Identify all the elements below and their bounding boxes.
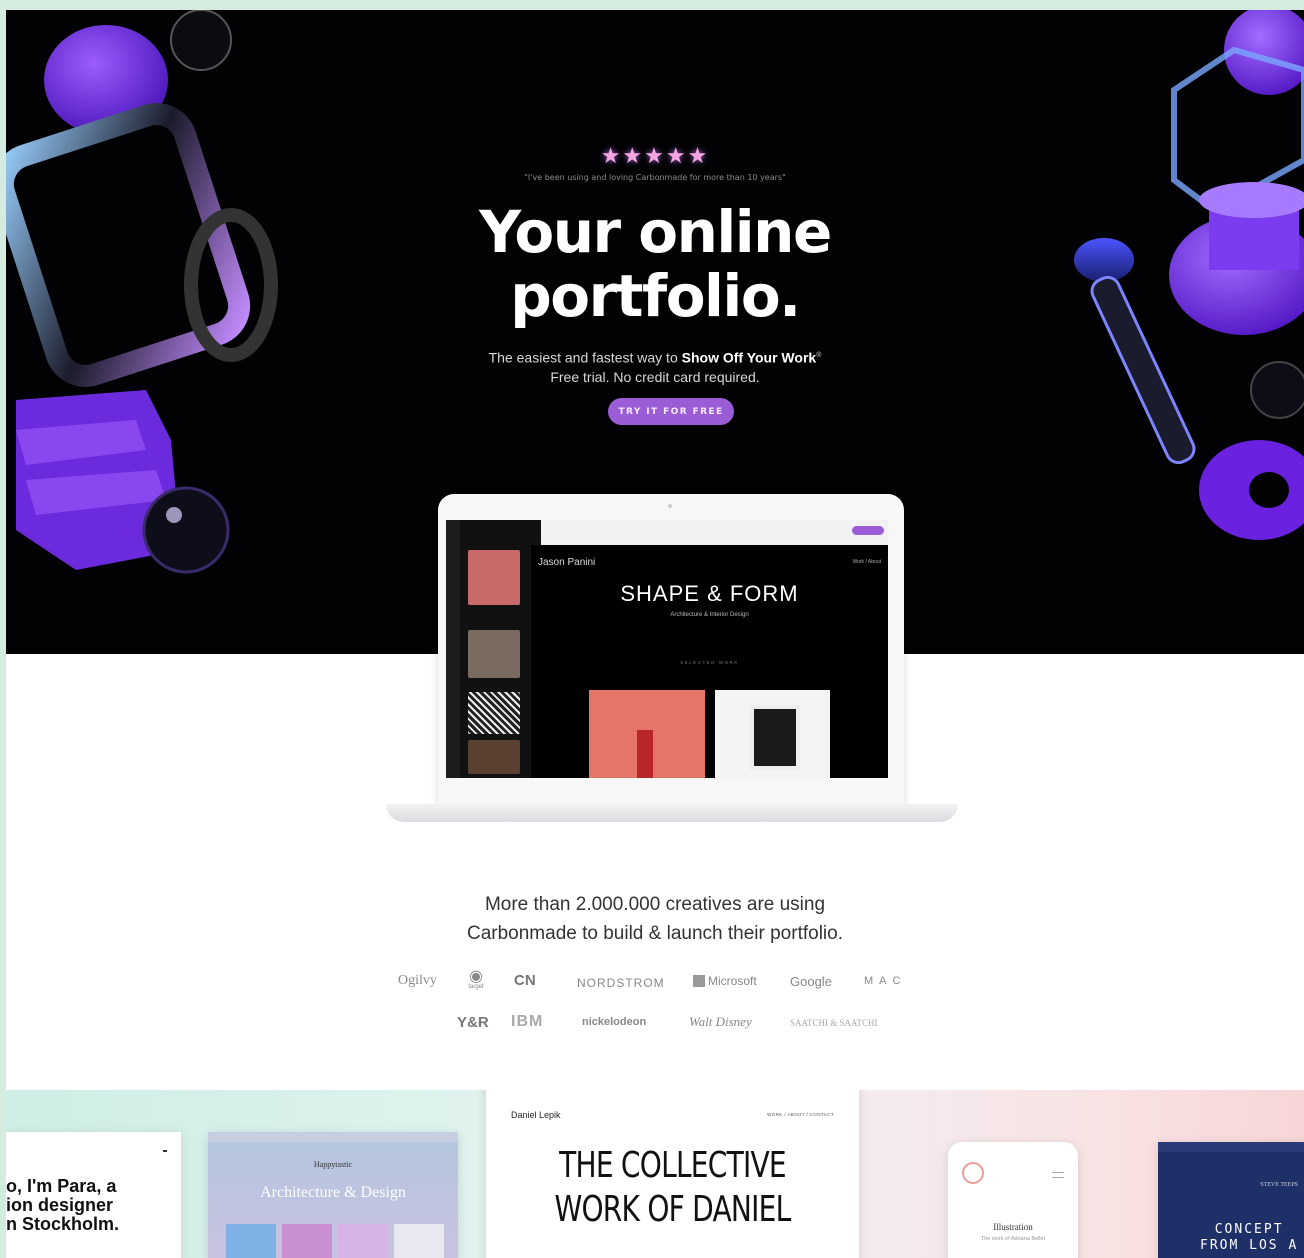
browser-bar	[208, 1132, 458, 1142]
sidebar-thumb	[468, 550, 520, 605]
portfolio-card-illustration[interactable]: Illustration The work of Adriana Bellet	[948, 1142, 1078, 1258]
daniel-nav[interactable]: WORK / ABOUT / CONTACT	[767, 1112, 834, 1117]
brand-google: Google	[790, 974, 832, 989]
site-title: SHAPE & FORM	[620, 581, 799, 606]
laptop-camera	[668, 504, 672, 508]
portrait-frame	[750, 705, 800, 770]
sidebar-thumb	[468, 630, 520, 678]
steve-headline: CONCEPT FROM LOS A	[1200, 1222, 1298, 1254]
try-it-for-free-button[interactable]: TRY IT FOR FREE	[608, 398, 734, 425]
daniel-name: Daniel Lepik	[511, 1110, 561, 1120]
red-room-door	[637, 730, 653, 778]
portfolio-card-para[interactable]: o, I'm Para, a ion designer n Stockholm.	[6, 1132, 181, 1258]
preview-site: Jason Panini Work / About SHAPE & FORM A…	[531, 545, 888, 778]
registered-mark: ®	[816, 352, 822, 359]
hamburger-icon	[1052, 1172, 1064, 1178]
image-tile	[338, 1224, 388, 1258]
brand-nordstrom: NORDSTROM	[577, 976, 665, 990]
headline-line-2: portfolio.	[510, 262, 801, 330]
target-icon: ◉	[469, 966, 483, 985]
creatives-statement: More than 2.000.000 creatives are using …	[6, 890, 1304, 948]
page: ★★★★★ "I've been using and loving Carbon…	[6, 10, 1304, 1258]
brand-mac: MAC	[864, 975, 907, 987]
brand-cn: CN	[514, 972, 536, 989]
no-entry-icon	[962, 1162, 984, 1184]
brand-microsoft: Microsoft	[693, 974, 757, 988]
happytastic-brand: Happytastic	[313, 1160, 353, 1169]
site-subtitle: Architecture & Interior Design	[670, 612, 749, 618]
hero-headline: Your online portfolio.	[6, 200, 1304, 328]
publish-pill[interactable]	[852, 526, 884, 535]
sub-line-2: Free trial. No credit card required.	[550, 368, 760, 385]
brand-yr: Y&R	[457, 1014, 489, 1031]
portfolio-card-happytastic[interactable]: Happytastic Architecture & Design	[208, 1132, 458, 1258]
laptop-base	[386, 804, 958, 822]
card-para-intro: o, I'm Para, a ion designer n Stockholm.	[6, 1177, 119, 1234]
illustration-title: Illustration	[993, 1222, 1033, 1232]
sub-prefix: The easiest and fastest way to	[488, 349, 682, 366]
laptop-mockup: Jason Panini Work / About SHAPE & FORM A…	[438, 494, 904, 804]
microsoft-label: Microsoft	[708, 974, 757, 988]
editor-sidebar	[446, 520, 541, 778]
steve-line-1: CONCEPT	[1214, 1222, 1284, 1237]
site-nav[interactable]: Work / About	[852, 559, 881, 565]
project-image-portrait[interactable]	[715, 690, 830, 778]
creatives-line-2: Carbonmade to build & launch their portf…	[466, 923, 843, 944]
daniel-headline: THE COLLECTIVE WORK OF DANIEL	[527, 1144, 818, 1232]
illustration-subtitle: The work of Adriana Bellet	[980, 1236, 1046, 1242]
creatives-line-1: More than 2.000.000 creatives are using	[484, 894, 826, 915]
brand-ogilvy: Ogilvy	[398, 973, 437, 988]
brand-target: ◉ target	[464, 966, 488, 991]
para-line-2: ion designer	[6, 1195, 114, 1215]
steve-name: STEVE TEEPS	[1260, 1182, 1298, 1188]
brand-saatchi: SAATCHI & SAATCHI	[790, 1018, 878, 1028]
menu-dot	[163, 1150, 167, 1152]
portfolio-showcase: o, I'm Para, a ion designer n Stockholm.…	[6, 1090, 1304, 1258]
laptop-screen: Jason Panini Work / About SHAPE & FORM A…	[446, 520, 888, 778]
sidebar-thumb	[468, 692, 520, 734]
happytastic-title: Architecture & Design	[260, 1184, 406, 1201]
hero-subheading: The easiest and fastest way to Show Off …	[6, 346, 1304, 387]
para-line-1: o, I'm Para, a	[6, 1176, 117, 1196]
editor-rail	[446, 520, 460, 778]
target-label: target	[468, 984, 484, 990]
project-image-red-room[interactable]	[589, 690, 705, 778]
image-tile	[226, 1224, 276, 1258]
steve-line-2: FROM LOS A	[1200, 1238, 1299, 1253]
portfolio-card-steve[interactable]: STEVE TEEPS CONCEPT FROM LOS A	[1158, 1142, 1304, 1258]
portfolio-card-daniel[interactable]: Daniel Lepik WORK / ABOUT / CONTACT THE …	[486, 1090, 859, 1258]
selected-work-label: SELECTED WORK	[680, 660, 739, 665]
brand-nickelodeon: nickelodeon	[582, 1016, 647, 1028]
headline-line-1: Your online	[479, 198, 832, 266]
sidebar-thumb	[468, 740, 520, 774]
windows-icon	[693, 975, 705, 987]
daniel-line-2: WORK OF DANIEL	[554, 1189, 792, 1230]
brand-disney: Walt Disney	[689, 1014, 752, 1029]
daniel-line-1: THE COLLECTIVE	[559, 1145, 787, 1186]
rating-stars: ★★★★★	[600, 144, 710, 169]
sub-bold: Show Off Your Work	[681, 349, 817, 366]
site-owner-name: Jason Panini	[538, 557, 596, 568]
image-tile	[282, 1224, 332, 1258]
image-tile	[394, 1224, 444, 1258]
browser-bar	[1158, 1142, 1304, 1152]
editor-topbar	[541, 520, 888, 542]
para-line-3: n Stockholm.	[6, 1214, 120, 1234]
testimonial-quote: "I've been using and loving Carbonmade f…	[524, 173, 786, 182]
brand-ibm: IBM	[511, 1013, 544, 1030]
